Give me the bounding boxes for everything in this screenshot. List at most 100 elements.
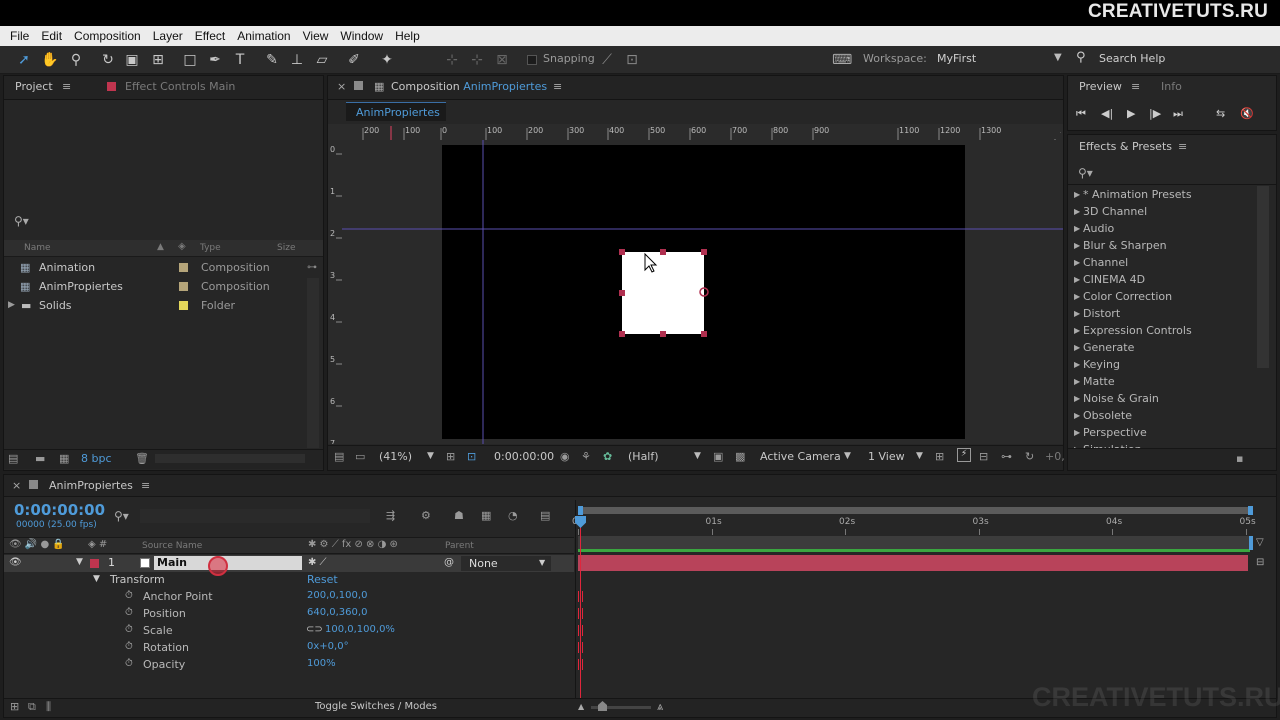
- axis-local-icon[interactable]: ⊹: [442, 50, 462, 70]
- expand-triangle-icon[interactable]: ▶: [1074, 237, 1080, 254]
- tab-info[interactable]: Info: [1161, 80, 1182, 93]
- reset-exposure-icon[interactable]: ↻: [1025, 450, 1034, 463]
- graph-editor-icon[interactable]: ▤: [540, 509, 550, 522]
- previous-frame-icon[interactable]: ◀|: [1101, 107, 1113, 120]
- work-area-start-handle[interactable]: [578, 506, 583, 515]
- effects-category-item[interactable]: ▶ Keying: [1068, 356, 1256, 373]
- toggle-pixel-aspect-icon[interactable]: ⊞: [935, 450, 944, 463]
- resolution-dropdown[interactable]: (Half): [628, 450, 659, 463]
- effects-category-item[interactable]: ▶ Distort: [1068, 305, 1256, 322]
- expand-triangle-icon[interactable]: ▶: [1074, 424, 1080, 441]
- snap-grid-icon[interactable]: ⊡: [622, 50, 642, 70]
- column-type[interactable]: Type: [200, 243, 221, 253]
- property-value[interactable]: 100,0,100,0%: [325, 624, 395, 635]
- axis-view-icon[interactable]: ⊠: [492, 50, 512, 70]
- timeline-menu-icon[interactable]: ≡: [141, 479, 150, 492]
- switches-icons[interactable]: ✱ ⚙ ⟋ fx ⊘ ⊗ ◑ ⊛: [308, 539, 398, 550]
- effects-category-item[interactable]: ▶ 3D Channel: [1068, 203, 1256, 220]
- view-layout-dropdown[interactable]: 1 View: [868, 450, 905, 463]
- flowchart-icon[interactable]: ⊶: [1001, 450, 1012, 463]
- tab-preview[interactable]: Preview: [1079, 80, 1122, 93]
- stopwatch-icon[interactable]: ⏱: [125, 607, 133, 618]
- play-icon[interactable]: ▶: [1127, 107, 1135, 120]
- last-frame-icon[interactable]: ⏭: [1173, 107, 1183, 121]
- frame-blending-icon[interactable]: ▦: [481, 509, 491, 522]
- project-item-animpropiertes[interactable]: ▦ AnimPropiertes Composition: [4, 278, 323, 295]
- expand-triangle-icon[interactable]: ▶: [1074, 322, 1080, 339]
- layer-switches-pane-icon[interactable]: ⊞: [10, 700, 19, 713]
- stopwatch-icon[interactable]: ⏱: [125, 641, 133, 652]
- work-area-end-handle[interactable]: [1248, 506, 1253, 515]
- transform-triangle-icon[interactable]: ▼: [93, 574, 100, 584]
- effects-category-item[interactable]: ▶ Generate: [1068, 339, 1256, 356]
- tab-effect-controls[interactable]: Effect Controls Main: [125, 80, 235, 93]
- layer-label-color[interactable]: [90, 559, 99, 568]
- camera-tool-icon[interactable]: ▣: [122, 50, 142, 70]
- project-scrollbar[interactable]: [307, 278, 319, 448]
- expand-triangle-icon[interactable]: ▶: [8, 297, 15, 314]
- expand-triangle-icon[interactable]: ▶: [1074, 441, 1080, 448]
- effects-category-item[interactable]: ▶ Perspective: [1068, 424, 1256, 441]
- transform-reset-link[interactable]: Reset: [307, 573, 338, 586]
- stopwatch-icon[interactable]: ⏱: [125, 658, 133, 669]
- sort-arrow-icon[interactable]: ▲: [157, 242, 164, 252]
- expand-triangle-icon[interactable]: ▶: [1074, 254, 1080, 271]
- clone-stamp-tool-icon[interactable]: ⊥: [287, 50, 307, 70]
- property-value[interactable]: 640,0,360,0: [307, 607, 367, 618]
- menu-help[interactable]: Help: [389, 29, 426, 43]
- first-frame-icon[interactable]: ⏮: [1076, 107, 1086, 121]
- property-value[interactable]: 0x+0,0°: [307, 641, 349, 652]
- draft-3d-icon[interactable]: ⚙: [421, 509, 431, 522]
- eraser-tool-icon[interactable]: ▱: [312, 50, 332, 70]
- expand-triangle-icon[interactable]: ▶: [1074, 356, 1080, 373]
- tab-project[interactable]: Project: [15, 80, 53, 93]
- camera-chevron-down-icon[interactable]: ▼: [844, 451, 851, 461]
- pen-tool-icon[interactable]: ✒: [205, 50, 225, 70]
- resolution-chevron-down-icon[interactable]: ▼: [694, 451, 701, 461]
- rectangle-tool-icon[interactable]: □: [180, 50, 200, 70]
- effects-menu-icon[interactable]: ≡: [1178, 140, 1187, 153]
- constrain-proportions-icon[interactable]: ⊂⊃: [306, 624, 323, 635]
- layer-name-field[interactable]: Main: [154, 556, 302, 570]
- expand-triangle-icon[interactable]: ▶: [1074, 288, 1080, 305]
- lock-icon[interactable]: [354, 81, 363, 90]
- puppet-tool-icon[interactable]: ✦: [377, 50, 397, 70]
- effects-category-item[interactable]: ▶ Noise & Grain: [1068, 390, 1256, 407]
- close-icon[interactable]: ×: [12, 479, 21, 492]
- effects-category-item[interactable]: ▶ * Animation Presets: [1068, 186, 1256, 203]
- expand-triangle-icon[interactable]: ▶: [1074, 373, 1080, 390]
- text-tool-icon[interactable]: T: [230, 50, 250, 70]
- close-icon[interactable]: ×: [337, 80, 346, 93]
- loop-icon[interactable]: ⇆: [1216, 107, 1225, 120]
- layer-switches[interactable]: ✱ ⟋: [308, 557, 327, 568]
- always-preview-icon[interactable]: ▤: [334, 450, 344, 463]
- current-time-field[interactable]: 0:00:00:00: [494, 450, 554, 463]
- expand-triangle-icon[interactable]: ▶: [1074, 271, 1080, 288]
- pick-whip-icon[interactable]: @: [444, 557, 454, 568]
- camera-dropdown[interactable]: Active Camera: [760, 450, 841, 463]
- time-ruler[interactable]: 0s01s02s03s04s05s: [572, 515, 1268, 535]
- pan-behind-tool-icon[interactable]: ⊞: [148, 50, 168, 70]
- zoom-in-icon[interactable]: ⩓: [657, 700, 663, 714]
- comp-marker-bin-icon[interactable]: ▽: [1256, 537, 1264, 548]
- brush-tool-icon[interactable]: ✎: [262, 50, 282, 70]
- effects-category-item[interactable]: ▶ CINEMA 4D: [1068, 271, 1256, 288]
- effects-scrollbar[interactable]: [1257, 186, 1269, 368]
- column-name[interactable]: Name: [24, 243, 51, 253]
- hand-tool-icon[interactable]: ✋: [40, 50, 60, 70]
- current-time-indicator[interactable]: [580, 516, 581, 700]
- rotate-tool-icon[interactable]: ↻: [98, 50, 118, 70]
- project-item-solids[interactable]: ▶ ▬ Solids Folder: [4, 297, 323, 314]
- axis-world-icon[interactable]: ⊹: [467, 50, 487, 70]
- menu-file[interactable]: File: [4, 29, 35, 43]
- collapse-triangle-icon[interactable]: ▼: [76, 557, 83, 567]
- safe-zones-icon[interactable]: ⊡: [467, 450, 476, 463]
- label-column-icon[interactable]: ◈: [178, 241, 186, 252]
- effects-category-item[interactable]: ▶ Audio: [1068, 220, 1256, 237]
- effects-category-item[interactable]: ▶ Obsolete: [1068, 407, 1256, 424]
- effects-category-item[interactable]: ▶ Matte: [1068, 373, 1256, 390]
- project-item-animation[interactable]: ▦ Animation Composition: [4, 259, 323, 276]
- view-chevron-down-icon[interactable]: ▼: [916, 451, 923, 461]
- fast-previews-icon[interactable]: ⚡: [957, 448, 971, 462]
- column-parent[interactable]: Parent: [445, 541, 474, 551]
